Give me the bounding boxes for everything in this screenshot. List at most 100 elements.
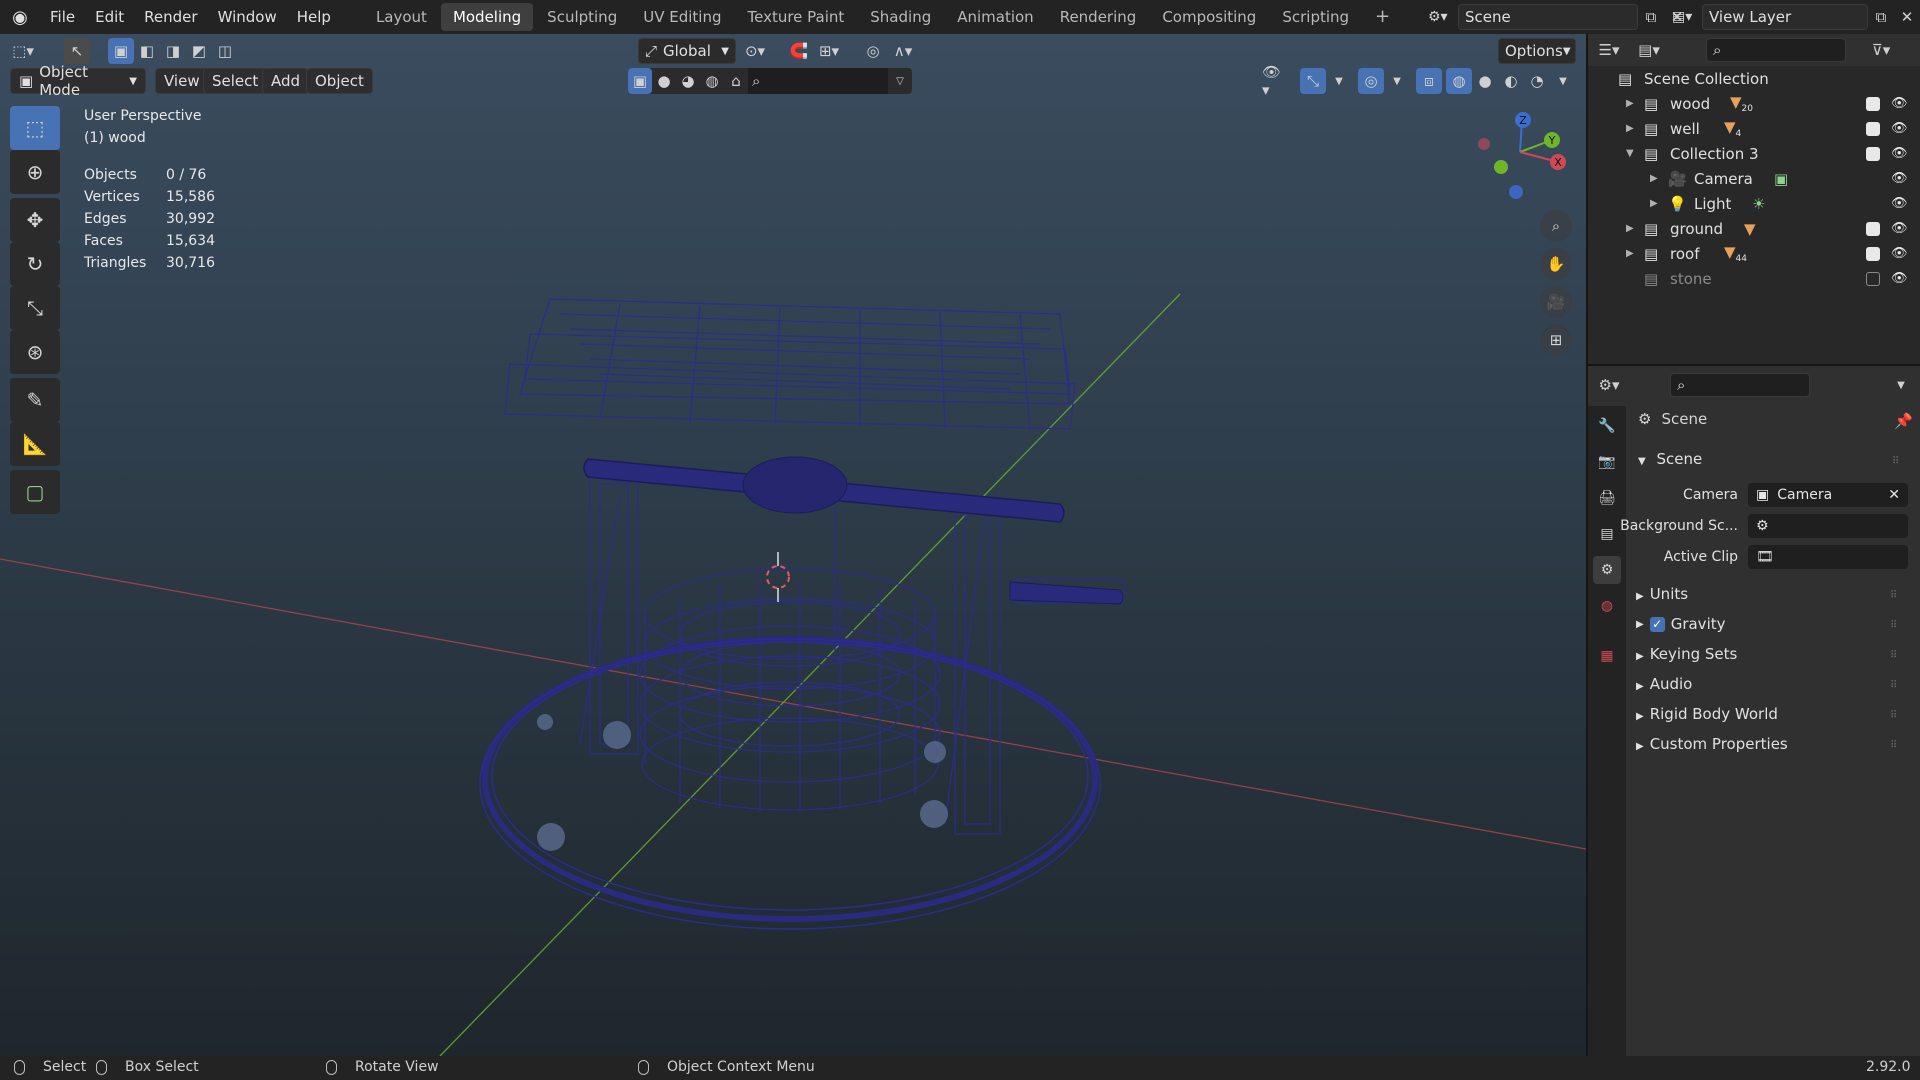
- exclude-checkbox[interactable]: [1866, 271, 1880, 286]
- filter-icon[interactable]: ⊽▾: [1868, 37, 1894, 63]
- tab-sculpting[interactable]: Sculpting: [535, 3, 629, 31]
- 3d-cursor-icon[interactable]: [766, 552, 790, 602]
- tool-tab-icon[interactable]: 🔧: [1593, 412, 1621, 440]
- outliner-item-camera[interactable]: ▶ 🎥 Camera ▣ 👁: [1588, 166, 1920, 191]
- section-units[interactable]: ▶ Units: [1636, 585, 1688, 603]
- expand-icon[interactable]: ▶: [1650, 173, 1658, 184]
- render-tab-icon[interactable]: 📷: [1593, 448, 1621, 476]
- drag-handle-icon[interactable]: ⠿: [1890, 590, 1897, 601]
- properties-options-icon[interactable]: ▼: [1888, 372, 1914, 398]
- world-filter-icon[interactable]: ◍: [700, 68, 724, 94]
- cursor-tool[interactable]: ⊕: [10, 150, 60, 194]
- exclude-checkbox[interactable]: [1866, 96, 1880, 111]
- background-scene-field[interactable]: ⚙: [1748, 514, 1908, 538]
- select-invert-icon[interactable]: ◩: [186, 38, 212, 64]
- gizmo-dropdown-icon[interactable]: ▼: [1326, 68, 1352, 94]
- section-scene[interactable]: ▼ Scene: [1638, 450, 1702, 468]
- drag-handle-icon[interactable]: ⠿: [1892, 456, 1899, 467]
- add-workspace-button[interactable]: +: [1363, 3, 1402, 31]
- texture-tab-icon[interactable]: ▦: [1593, 642, 1621, 670]
- snap-target-icon[interactable]: ⊞▾: [816, 38, 842, 64]
- blender-logo-icon[interactable]: ◉: [0, 7, 40, 28]
- eye-icon[interactable]: 👁: [1891, 271, 1908, 286]
- tab-modeling[interactable]: Modeling: [440, 3, 534, 31]
- move-tool[interactable]: ✥: [10, 198, 60, 242]
- sphere-filter-icon[interactable]: ●: [652, 68, 676, 94]
- transform-orientation-dropdown[interactable]: ⤢ Global ▼: [638, 38, 736, 64]
- tab-shading[interactable]: Shading: [858, 3, 943, 31]
- select-tool-mode-icon[interactable]: ↖: [64, 38, 90, 64]
- stone-mesh[interactable]: [537, 823, 565, 851]
- clear-icon[interactable]: ✕: [1888, 487, 1900, 503]
- exclude-checkbox[interactable]: [1866, 221, 1880, 236]
- scale-tool[interactable]: ⤡: [10, 286, 60, 330]
- remove-view-layer-icon[interactable]: ✕: [1894, 4, 1920, 30]
- rotate-tool[interactable]: ↻: [10, 242, 60, 286]
- stone-mesh[interactable]: [924, 741, 946, 763]
- outliner-editor-type-icon[interactable]: ☰▾: [1596, 37, 1622, 63]
- solid-shading-icon[interactable]: ●: [1472, 68, 1498, 94]
- expand-icon[interactable]: ▶: [1650, 198, 1658, 209]
- duplicate-view-layer-icon[interactable]: ⧉: [1868, 4, 1894, 30]
- eye-icon[interactable]: 👁: [1891, 96, 1908, 111]
- material-shading-icon[interactable]: ◐: [1498, 68, 1524, 94]
- eye-icon[interactable]: 👁: [1891, 246, 1908, 261]
- section-keying-sets[interactable]: ▶ Keying Sets: [1636, 645, 1737, 663]
- eye-icon[interactable]: 👁: [1891, 121, 1908, 136]
- tab-texture-paint[interactable]: Texture Paint: [735, 3, 856, 31]
- tab-compositing[interactable]: Compositing: [1150, 3, 1268, 31]
- measure-tool[interactable]: 📐: [10, 422, 60, 466]
- outliner-search-field[interactable]: ⌕: [1706, 38, 1846, 62]
- pin-icon[interactable]: 📌: [1894, 412, 1913, 430]
- select-box-tool[interactable]: ⬚: [10, 106, 60, 150]
- section-rigid-body-world[interactable]: ▶ Rigid Body World: [1636, 705, 1778, 723]
- expand-icon[interactable]: ▶: [1626, 98, 1634, 109]
- camera-field[interactable]: ▣ Camera ✕: [1748, 483, 1908, 507]
- select-set-icon[interactable]: ▣: [108, 38, 134, 64]
- eye-icon[interactable]: 👁: [1891, 221, 1908, 236]
- axle-beam[interactable]: [583, 456, 1124, 605]
- display-mode-icon[interactable]: ▤▾: [1636, 37, 1662, 63]
- exclude-checkbox[interactable]: [1866, 146, 1880, 161]
- scene-selector[interactable]: ⚙▾ Scene ⧉ ✕: [1428, 4, 1690, 30]
- scene-collection-row[interactable]: ▤ Scene Collection: [1588, 66, 1920, 91]
- menu-file[interactable]: File: [40, 0, 85, 34]
- add-cube-tool[interactable]: ▢: [10, 470, 60, 514]
- tab-layout[interactable]: Layout: [364, 3, 439, 31]
- eye-icon[interactable]: 👁: [1891, 146, 1908, 161]
- exclude-checkbox[interactable]: [1866, 121, 1880, 136]
- object-menu[interactable]: Object: [306, 68, 373, 94]
- ortho-toggle-button[interactable]: ⊞: [1540, 324, 1572, 356]
- pivot-point-icon[interactable]: ⊙▾: [742, 38, 768, 64]
- gizmo-neg-x-icon[interactable]: [1478, 138, 1490, 150]
- expand-icon[interactable]: ▶: [1626, 123, 1634, 134]
- viewport-scene[interactable]: [0, 34, 1586, 1056]
- menu-help[interactable]: Help: [287, 0, 341, 34]
- editor-type-icon[interactable]: ⬚▾: [10, 38, 36, 64]
- properties-editor-type-icon[interactable]: ⚙▾: [1596, 372, 1622, 398]
- falloff-icon[interactable]: ∧▾: [890, 38, 916, 64]
- selectability-icon[interactable]: 👁▾: [1262, 63, 1288, 99]
- camera-view-button[interactable]: 🎥: [1540, 286, 1572, 318]
- filter-dropdown-icon[interactable]: ▽: [888, 68, 912, 94]
- section-custom-properties[interactable]: ▶ Custom Properties: [1636, 735, 1788, 753]
- menu-render[interactable]: Render: [134, 0, 207, 34]
- section-audio[interactable]: ▶ Audio: [1636, 675, 1692, 693]
- tab-rendering[interactable]: Rendering: [1048, 3, 1149, 31]
- rendered-shading-icon[interactable]: ◔: [1524, 68, 1550, 94]
- stone-mesh[interactable]: [537, 714, 553, 730]
- outliner-item-light[interactable]: ▶ 💡 Light ☀ 👁: [1588, 191, 1920, 216]
- well-wireframe[interactable]: [479, 298, 1126, 930]
- tab-uv-editing[interactable]: UV Editing: [631, 3, 733, 31]
- zoom-view-button[interactable]: ⌕: [1540, 210, 1572, 242]
- outliner-item-ground[interactable]: ▶ ▤ ground ▼ 👁: [1588, 216, 1920, 241]
- outliner-item-collection-3[interactable]: ▼ ▤ Collection 3 👁: [1588, 141, 1920, 166]
- mode-dropdown[interactable]: ▣ Object Mode ▼: [10, 63, 146, 99]
- outliner-item-wood[interactable]: ▶ ▤ wood ▼20 👁: [1588, 91, 1920, 116]
- exclude-checkbox[interactable]: [1866, 246, 1880, 261]
- outliner-item-stone[interactable]: ▤ stone 👁: [1588, 266, 1920, 291]
- select-menu[interactable]: Select: [203, 68, 268, 94]
- expand-icon[interactable]: ▶: [1626, 248, 1634, 259]
- stone-mesh[interactable]: [603, 721, 631, 749]
- shading-dropdown-icon[interactable]: ▼: [1550, 68, 1576, 94]
